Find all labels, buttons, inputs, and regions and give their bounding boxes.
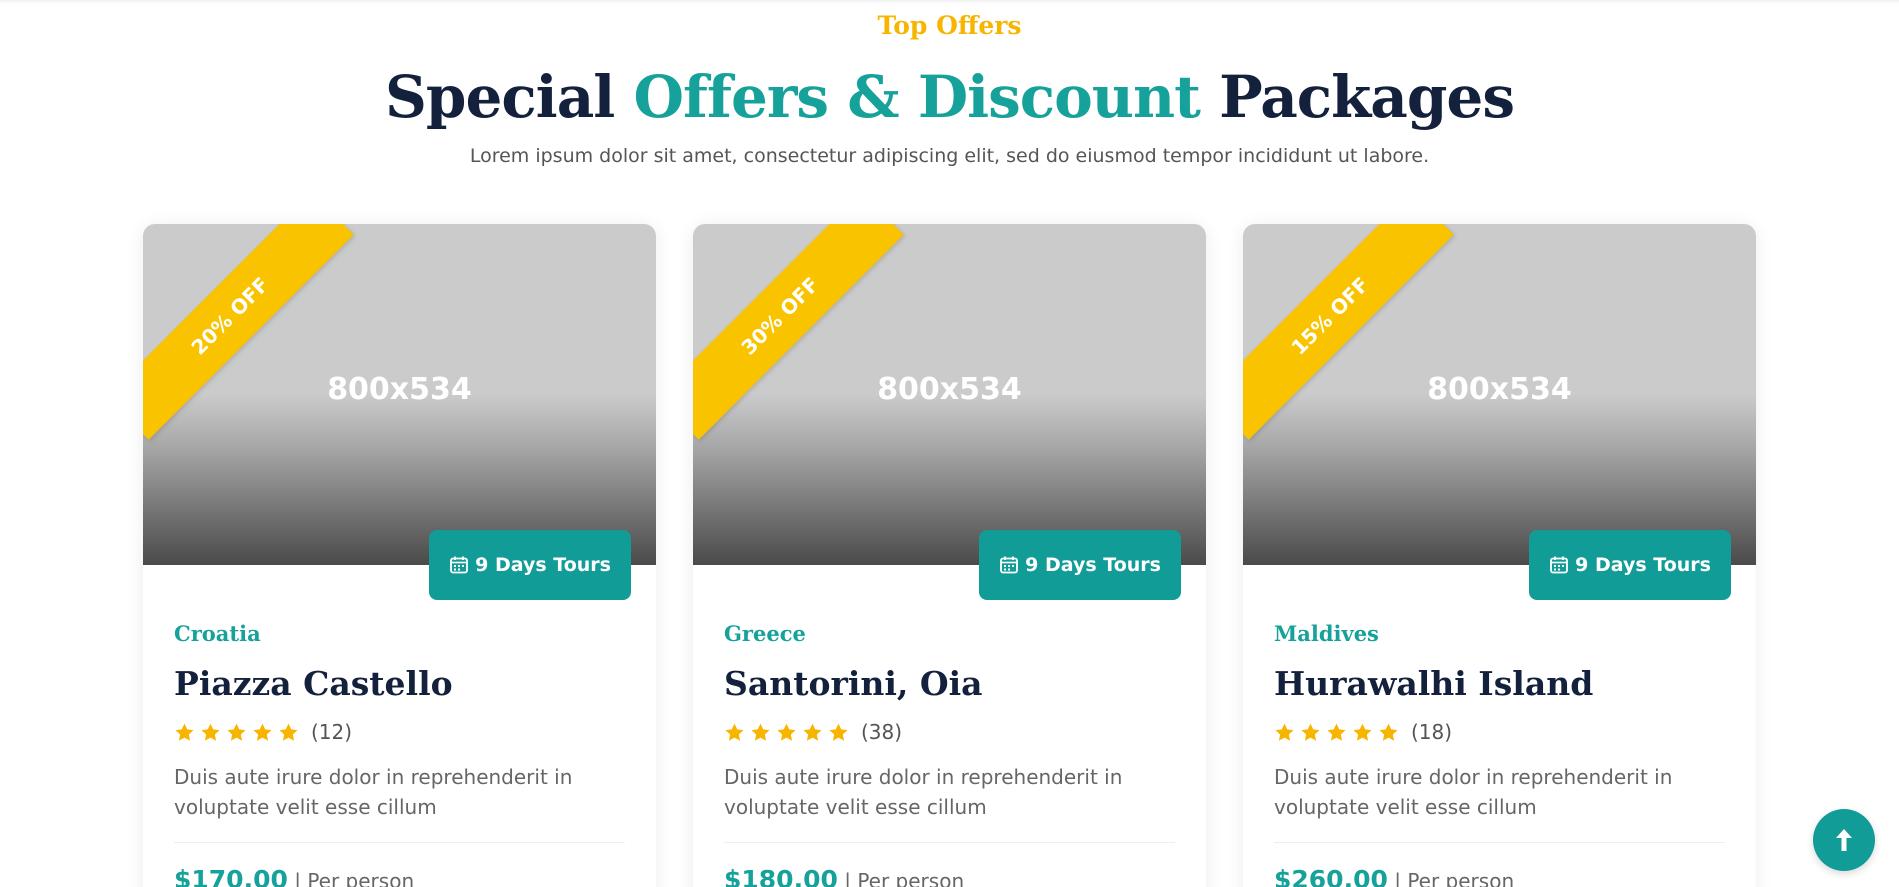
- price-row: $170.00 | Per person: [174, 865, 625, 887]
- card-place[interactable]: Piazza Castello: [174, 661, 625, 707]
- card-divider: [174, 842, 625, 843]
- card-divider: [724, 842, 1175, 843]
- rating-count: (12): [311, 720, 353, 744]
- image-placeholder-label: 800x534: [327, 372, 472, 407]
- discount-ribbon: 30% OFF: [693, 224, 904, 440]
- price-row: $260.00 | Per person: [1274, 865, 1725, 887]
- star-icon: [1275, 723, 1294, 741]
- card-price: $180.00: [724, 865, 838, 887]
- card-rating: (38): [724, 719, 1175, 745]
- arrow-up-icon: [1836, 829, 1852, 851]
- calendar-icon: [450, 556, 469, 574]
- card-image[interactable]: 800x534 15% OFF: [1243, 224, 1756, 565]
- card-description: Duis aute irure dolor in reprehenderit i…: [174, 765, 573, 819]
- star-icon: [201, 723, 220, 741]
- back-to-top-button[interactable]: [1813, 809, 1875, 871]
- card-place[interactable]: Hurawalhi Island: [1274, 661, 1725, 707]
- star-icon: [1301, 723, 1320, 741]
- calendar-icon: [1000, 556, 1019, 574]
- duration-text: 9 Days Tours: [475, 554, 611, 576]
- offer-card[interactable]: 800x534 15% OFF 9 Days Tours Maldives Hu…: [1243, 224, 1756, 887]
- image-placeholder-label: 800x534: [877, 372, 1022, 407]
- duration-text: 9 Days Tours: [1575, 554, 1711, 576]
- card-rating: (18): [1274, 719, 1725, 745]
- card-body: Maldives Hurawalhi Island (18) Duis aute…: [1274, 619, 1725, 887]
- card-body: Croatia Piazza Castello (12) Duis aute i…: [174, 619, 625, 887]
- card-price: $260.00: [1274, 865, 1388, 887]
- offer-card[interactable]: 800x534 20% OFF 9 Days Tours Croatia Pia…: [143, 224, 656, 887]
- offers-page: Top Offers Special Offers & Discount Pac…: [0, 0, 1899, 887]
- price-unit: | Per person: [1387, 869, 1515, 887]
- card-body: Greece Santorini, Oia (38) Duis aute iru…: [724, 619, 1175, 887]
- star-icon: [253, 723, 272, 741]
- star-icon: [175, 723, 194, 741]
- card-price: $170.00: [174, 865, 288, 887]
- star-icon: [803, 723, 822, 741]
- price-unit: | Per person: [837, 869, 965, 887]
- star-icon: [777, 723, 796, 741]
- star-icon: [725, 723, 744, 741]
- card-place[interactable]: Santorini, Oia: [724, 661, 1175, 707]
- image-placeholder-label: 800x534: [1427, 372, 1572, 407]
- price-row: $180.00 | Per person: [724, 865, 1175, 887]
- rating-count: (18): [1411, 720, 1453, 744]
- star-icon: [227, 723, 246, 741]
- discount-ribbon: 20% OFF: [143, 224, 354, 440]
- star-icon: [1379, 723, 1398, 741]
- duration-badge: 9 Days Tours: [979, 530, 1181, 600]
- offer-card[interactable]: 800x534 30% OFF 9 Days Tours Greece Sant…: [693, 224, 1206, 887]
- star-icon: [1327, 723, 1346, 741]
- offer-cards: 800x534 20% OFF 9 Days Tours Croatia Pia…: [0, 0, 1899, 887]
- star-icon: [279, 723, 298, 741]
- card-image[interactable]: 800x534 20% OFF: [143, 224, 656, 565]
- discount-ribbon: 15% OFF: [1243, 224, 1454, 440]
- duration-text: 9 Days Tours: [1025, 554, 1161, 576]
- card-rating: (12): [174, 719, 625, 745]
- price-unit: | Per person: [287, 869, 415, 887]
- card-description: Duis aute irure dolor in reprehenderit i…: [724, 765, 1123, 819]
- star-icon: [1353, 723, 1372, 741]
- card-country: Greece: [724, 621, 806, 646]
- card-image[interactable]: 800x534 30% OFF: [693, 224, 1206, 565]
- duration-badge: 9 Days Tours: [1529, 530, 1731, 600]
- duration-badge: 9 Days Tours: [429, 530, 631, 600]
- calendar-icon: [1550, 556, 1569, 574]
- rating-count: (38): [861, 720, 903, 744]
- card-divider: [1274, 842, 1725, 843]
- star-icon: [829, 723, 848, 741]
- star-icon: [751, 723, 770, 741]
- card-country: Maldives: [1274, 621, 1379, 646]
- card-description: Duis aute irure dolor in reprehenderit i…: [1274, 765, 1673, 819]
- card-country: Croatia: [174, 621, 261, 646]
